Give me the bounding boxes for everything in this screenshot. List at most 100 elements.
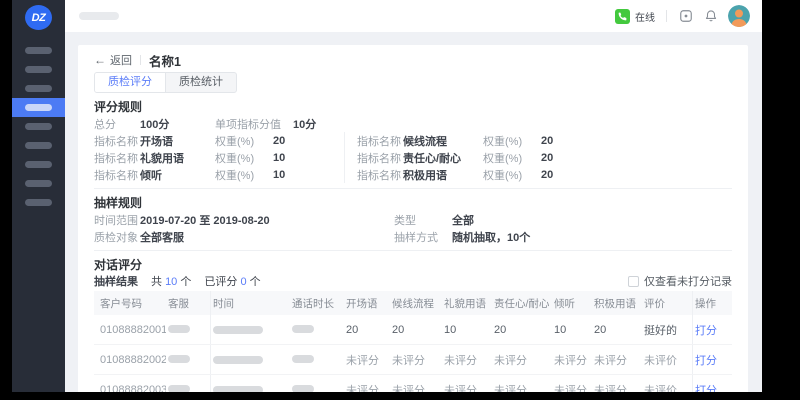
total-label: 总分	[94, 116, 140, 132]
single-value: 10分	[293, 116, 316, 132]
field-label: 类型	[394, 212, 452, 228]
total-value: 100分	[140, 116, 215, 132]
sidebar-item[interactable]	[12, 117, 65, 136]
sidebar-item[interactable]	[12, 155, 65, 174]
sidebar-item[interactable]	[12, 79, 65, 98]
cell-score: 未评分	[442, 352, 492, 368]
duration-skeleton	[292, 355, 314, 363]
cell-score: 未评分	[552, 352, 592, 368]
sampling-result-summary: 抽样结果 共 10 个 已评分 0 个	[94, 273, 261, 289]
field-label: 时间范围	[94, 212, 140, 228]
online-status-toggle[interactable]: 在线	[615, 9, 655, 24]
indicator-grid: 指标名称 开场语 权重(%) 20 指标名称 礼貌用语 权重(%) 10	[94, 132, 732, 183]
duration-skeleton	[292, 325, 314, 333]
col-positive: 积极用语	[592, 296, 642, 311]
cell-customer-no: 01088882001	[94, 324, 166, 336]
col-actions: 操作	[692, 291, 732, 315]
tab-quality-statistics[interactable]: 质检统计	[166, 73, 236, 92]
page-title: 名称1	[149, 51, 181, 70]
table-row: 01088882003 未评分 未评分 未评分 未评分 未评分 未评分 未评价 …	[94, 375, 732, 392]
field-label: 抽样方式	[394, 229, 452, 245]
menu-skeleton	[25, 142, 52, 149]
online-status-label: 在线	[635, 9, 655, 24]
unscored-filter[interactable]: 仅查看未打分记录	[628, 273, 732, 289]
content-area: ← 返回 名称1 质检评分 质检统计 评分规则 总分 100分 单项指标分值 1…	[65, 32, 762, 392]
bell-icon[interactable]	[703, 8, 719, 24]
indicator-row: 指标名称 积极用语 权重(%) 20	[357, 166, 732, 183]
detail-card: ← 返回 名称1 质检评分 质检统计 评分规则 总分 100分 单项指标分值 1…	[78, 45, 748, 392]
agent-skeleton	[168, 355, 190, 363]
indicator-name: 开场语	[140, 133, 215, 149]
weight-label: 权重(%)	[215, 167, 273, 183]
breadcrumb: ← 返回 名称1	[94, 53, 732, 67]
back-button[interactable]: ← 返回	[94, 52, 132, 68]
cell-score: 未评分	[344, 352, 390, 368]
total-count-text: 共 10 个	[151, 273, 191, 289]
app-logo[interactable]: DZ	[25, 5, 52, 30]
cell-score: 未评分	[552, 382, 592, 393]
total-prefix: 共	[151, 276, 162, 288]
sidebar-item[interactable]	[12, 193, 65, 212]
time-skeleton	[213, 356, 263, 364]
weight-value: 20	[541, 135, 553, 147]
menu-skeleton	[25, 66, 52, 73]
cell-score: 未评分	[492, 352, 552, 368]
main-column: 在线 ← 返回	[65, 0, 762, 392]
unscored-filter-label: 仅查看未打分记录	[644, 273, 732, 289]
unscored-filter-checkbox[interactable]	[628, 276, 639, 287]
apps-icon[interactable]	[678, 8, 694, 24]
screenshot-canvas: DZ 在线	[0, 0, 800, 400]
indicator-row: 指标名称 礼貌用语 权重(%) 10	[94, 149, 344, 166]
scoring-rules-title: 评分规则	[94, 99, 732, 115]
breadcrumb-skeleton	[79, 12, 119, 20]
col-duration: 通话时长	[290, 296, 344, 311]
sidebar-item[interactable]	[12, 60, 65, 79]
app-logo-text: DZ	[32, 12, 46, 24]
score-button[interactable]: 打分	[695, 322, 717, 338]
time-skeleton	[213, 326, 263, 334]
menu-skeleton	[25, 123, 52, 130]
cell-evaluation: 未评价	[642, 382, 692, 393]
header-actions: 在线	[615, 5, 750, 27]
tab-quality-scoring[interactable]: 质检评分	[95, 73, 166, 92]
cell-score: 20	[492, 324, 552, 336]
score-button[interactable]: 打分	[695, 352, 717, 368]
sidebar-item-active[interactable]	[12, 98, 65, 117]
col-responsibility: 责任心/耐心	[492, 296, 552, 311]
cell-agent	[166, 354, 210, 366]
indicator-row: 指标名称 倾听 权重(%) 10	[94, 166, 344, 183]
indicator-label: 指标名称	[357, 167, 403, 183]
weight-label: 权重(%)	[483, 150, 541, 166]
cell-score: 未评分	[344, 382, 390, 393]
indicator-name: 候线流程	[403, 133, 483, 149]
sampling-row: 质检对象 全部客服 抽样方式 随机抽取，10个	[94, 228, 732, 245]
indicator-label: 指标名称	[357, 133, 403, 149]
header-divider	[666, 10, 667, 22]
weight-label: 权重(%)	[483, 133, 541, 149]
result-label: 抽样结果	[94, 273, 138, 289]
cell-action: 打分	[692, 345, 732, 374]
dialog-scoring-table: 客户号码 客服 时间 通话时长 开场语 候线流程 礼貌用语 责任心/耐心 倾听 …	[94, 291, 732, 392]
menu-skeleton	[25, 47, 52, 54]
score-button[interactable]: 打分	[695, 382, 717, 393]
sidebar-item[interactable]	[12, 41, 65, 60]
count-unit: 个	[180, 276, 191, 288]
sampling-row: 时间范围 2019-07-20 至 2019-08-20 类型 全部	[94, 211, 732, 228]
cell-score: 未评分	[390, 352, 442, 368]
weight-label: 权重(%)	[483, 167, 541, 183]
indicator-name: 礼貌用语	[140, 150, 215, 166]
app-window: DZ 在线	[12, 0, 762, 392]
user-avatar[interactable]	[728, 5, 750, 27]
time-skeleton	[213, 386, 263, 393]
cell-evaluation: 挺好的	[642, 322, 692, 338]
indicator-row: 指标名称 候线流程 权重(%) 20	[357, 132, 732, 149]
cell-score: 20	[344, 324, 390, 336]
total-count: 10	[165, 276, 177, 288]
back-label: 返回	[110, 52, 132, 68]
cell-duration	[290, 384, 344, 393]
sidebar-item[interactable]	[12, 136, 65, 155]
weight-value: 10	[273, 169, 285, 181]
field-value: 全部	[452, 212, 474, 228]
col-customer-no: 客户号码	[94, 296, 166, 311]
sidebar-item[interactable]	[12, 174, 65, 193]
